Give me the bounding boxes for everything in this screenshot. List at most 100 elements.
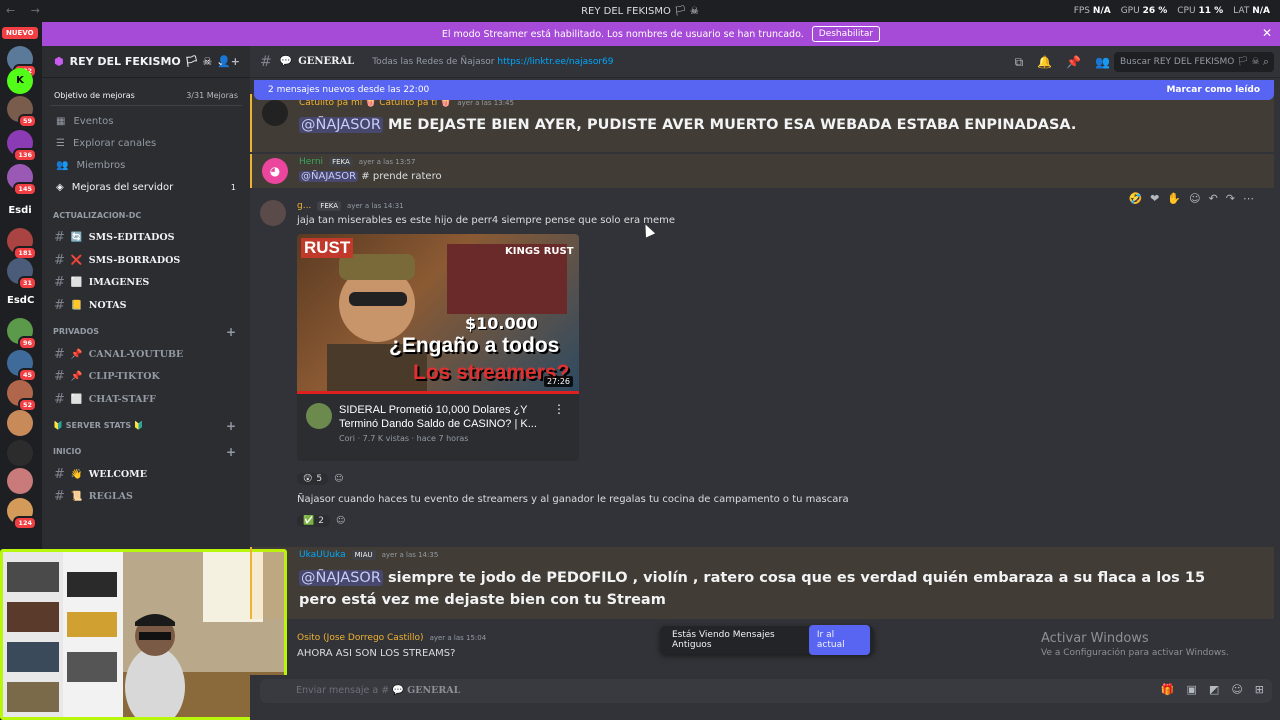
role-tag: MIAU [351, 550, 376, 560]
gift-icon[interactable]: 🎁 [1161, 683, 1175, 696]
server-icon[interactable]: 31 [7, 258, 37, 290]
message-input[interactable]: Enviar mensaje a # 💬 GENERAL [260, 679, 1272, 703]
channel-category[interactable]: INICIO + [42, 441, 250, 463]
server-icon[interactable]: 124 [7, 498, 37, 530]
reaction-hand-icon[interactable]: ✋ [1167, 192, 1181, 205]
members-list-icon[interactable]: 👥 [1095, 55, 1110, 70]
channel-category[interactable]: 🔰 SERVER STATS 🔰 + [42, 415, 250, 437]
hash-icon: # [54, 489, 65, 505]
hash-icon: # [54, 252, 65, 268]
channel-category[interactable]: ACTUALIZACION-DC [42, 204, 250, 226]
server-icon[interactable]: 52 [7, 380, 37, 412]
message[interactable]: Catulito pa mi 🍿 Catulito pa ti 🍿 ayer a … [250, 94, 1274, 152]
mention[interactable]: @ÑAJASOR [299, 171, 359, 182]
message-author: UkaUUuka [299, 550, 346, 560]
server-icon[interactable] [7, 468, 33, 494]
bell-icon[interactable]: 🔔 [1037, 55, 1052, 70]
create-channel-icon[interactable]: + [226, 325, 236, 339]
channel-emoji-icon: ⬜ [70, 277, 83, 289]
channel-avatar[interactable] [306, 403, 332, 429]
more-icon[interactable]: ⋯ [1243, 192, 1254, 205]
forward-icon[interactable]: ↷ [1226, 192, 1235, 205]
boost-goal-count: 3/31 Mejoras [186, 91, 238, 100]
youtube-embed[interactable]: RUST KINGS RUST $10.000 ¿Engaño a todos … [297, 234, 579, 461]
topic-link[interactable]: https://linktr.ee/najasor69 [497, 57, 613, 67]
overlay-stats: FPS N/A GPU 26 % CPU 11 % LAT N/A [1074, 6, 1270, 16]
message[interactable]: UkaUUuka MIAU ayer a las 14:35 @ÑAJASOR si… [250, 547, 1274, 619]
search-input[interactable]: Buscar REY DEL FEKISMO 🏳 ☠ ⌕ [1114, 52, 1274, 72]
channel-emoji-icon: 📌 [70, 348, 83, 360]
browse-icon: ☰ [56, 137, 65, 149]
server-icon[interactable]: 45 [7, 350, 37, 382]
threads-icon[interactable]: ⧉ [1015, 55, 1024, 70]
streamer-mode-banner: El modo Streamer está habilitado. Los no… [42, 22, 1280, 46]
reaction-heart-icon[interactable]: ❤ [1150, 192, 1159, 205]
hash-icon: # [54, 297, 65, 313]
channel-item[interactable]: # ⬜ CHAT-STAFF [42, 388, 250, 411]
sidebar-item-browse[interactable]: ☰ Explorar canales [42, 132, 250, 154]
sticker-icon[interactable]: ◩ [1209, 683, 1219, 696]
server-icon[interactable]: 145 [7, 164, 37, 196]
reaction-astonished[interactable]: 😲 5 [297, 472, 329, 485]
channel-item[interactable]: # 📌 CLIP-TIKTOK [42, 365, 250, 388]
reaction-check[interactable]: ✅ 2 [297, 514, 330, 527]
window-titlebar: ← → REY DEL FEKISMO 🏳 ☠ FPS N/A GPU 26 %… [0, 0, 1280, 22]
sidebar-item-boost[interactable]: ◈ Mejoras del servidor 1 [42, 176, 250, 198]
add-reaction-icon[interactable]: ☺ [334, 474, 343, 484]
close-icon[interactable]: ✕ [1262, 26, 1272, 40]
channel-item[interactable]: # 👋 WELCOME [42, 463, 250, 486]
sidebar-item-members[interactable]: 👥 Miembros [42, 154, 250, 176]
server-icon[interactable] [7, 440, 33, 466]
channel-item[interactable]: # 📜 REGLAS [42, 486, 250, 509]
server-icon[interactable]: Esdi [7, 198, 33, 224]
create-channel-icon[interactable]: + [226, 445, 236, 459]
new-messages-bar[interactable]: 2 mensajes nuevos desde las 22:00 Marcar… [254, 80, 1274, 100]
server-icon[interactable]: 96 [7, 318, 37, 350]
boost-goal[interactable]: Objetivo de mejoras 3/31 Mejoras [50, 86, 242, 106]
sidebar-item-calendar[interactable]: ▦ Eventos [42, 110, 250, 132]
mark-as-read-button[interactable]: Marcar como leído [1166, 85, 1260, 95]
channel-emoji-icon: 👋 [70, 468, 83, 480]
channel-item[interactable]: # 📒 NOTAS [42, 294, 250, 317]
add-reaction-icon[interactable]: ☺ [336, 516, 345, 526]
emoji-icon[interactable]: ☺ [1231, 683, 1242, 696]
message[interactable]: g... FEKA ayer a las 14:31 jaja tan misera… [250, 192, 1274, 537]
pin-icon[interactable]: 📌 [1066, 55, 1081, 70]
reaction-laugh-icon[interactable]: 🤣 [1128, 192, 1142, 205]
jump-to-present-button[interactable]: Ir al actual [808, 625, 870, 655]
add-user-icon[interactable]: 👤+ [217, 55, 240, 68]
mention[interactable]: @ÑAJASOR [299, 117, 383, 133]
hash-icon: # [54, 466, 65, 482]
video-thumbnail[interactable]: RUST KINGS RUST $10.000 ¿Engaño a todos … [297, 234, 579, 394]
channel-item[interactable]: # ⬜ IMAGENES [42, 271, 250, 294]
server-icon[interactable]: 59 [7, 96, 37, 128]
channel-item[interactable]: # ❌ SMS-BORRADOS [42, 249, 250, 272]
mention[interactable]: @ÑAJASOR [299, 570, 383, 586]
server-name: REY DEL FEKISMO 🏳 ☠ [69, 55, 213, 68]
server-icon[interactable]: 136 [7, 130, 37, 162]
reaction-bar: ✅ 2 ☺ [297, 512, 345, 529]
channel-name: CLIP-TIKTOK [88, 371, 160, 383]
server-header[interactable]: ⬢ REY DEL FEKISMO 🏳 ☠ ⌄ 👤+ [42, 46, 250, 78]
video-title[interactable]: SIDERAL Prometió 10,000 Dolares ¿Y Termi… [339, 403, 545, 431]
disable-streamer-button[interactable]: Deshabilitar [811, 26, 881, 42]
apps-icon[interactable]: ⊞ [1255, 683, 1264, 696]
reply-icon[interactable]: ↶ [1209, 192, 1218, 205]
create-channel-icon[interactable]: + [226, 419, 236, 433]
server-icon[interactable]: EsdC [7, 288, 34, 314]
add-reaction-icon[interactable]: ☺ [1189, 192, 1200, 205]
server-icon[interactable]: K [7, 68, 33, 94]
kebab-menu-icon[interactable]: ⋮ [553, 402, 565, 416]
gif-icon[interactable]: ▣ [1187, 683, 1197, 696]
video-duration: 27:26 [543, 376, 573, 387]
channel-emoji-icon: 📒 [70, 299, 83, 311]
stat-gpu: GPU 26 % [1120, 6, 1168, 16]
channel-category[interactable]: PRIVADOS + [42, 321, 250, 343]
server-icon[interactable] [7, 410, 33, 436]
old-messages-banner: Estás Viendo Mensajes Antiguos Ir al act… [660, 625, 874, 655]
sidebar-item-label: Mejoras del servidor [71, 181, 174, 193]
channel-item[interactable]: # 🔄 SMS-EDITADOS [42, 226, 250, 249]
message[interactable]: ◕ Herni FEKA ayer a las 13:57 @ÑAJASOR # p… [250, 154, 1274, 188]
channel-item[interactable]: # 📌 CANAL-YOUTUBE [42, 343, 250, 366]
server-icon[interactable]: 181 [7, 228, 37, 260]
